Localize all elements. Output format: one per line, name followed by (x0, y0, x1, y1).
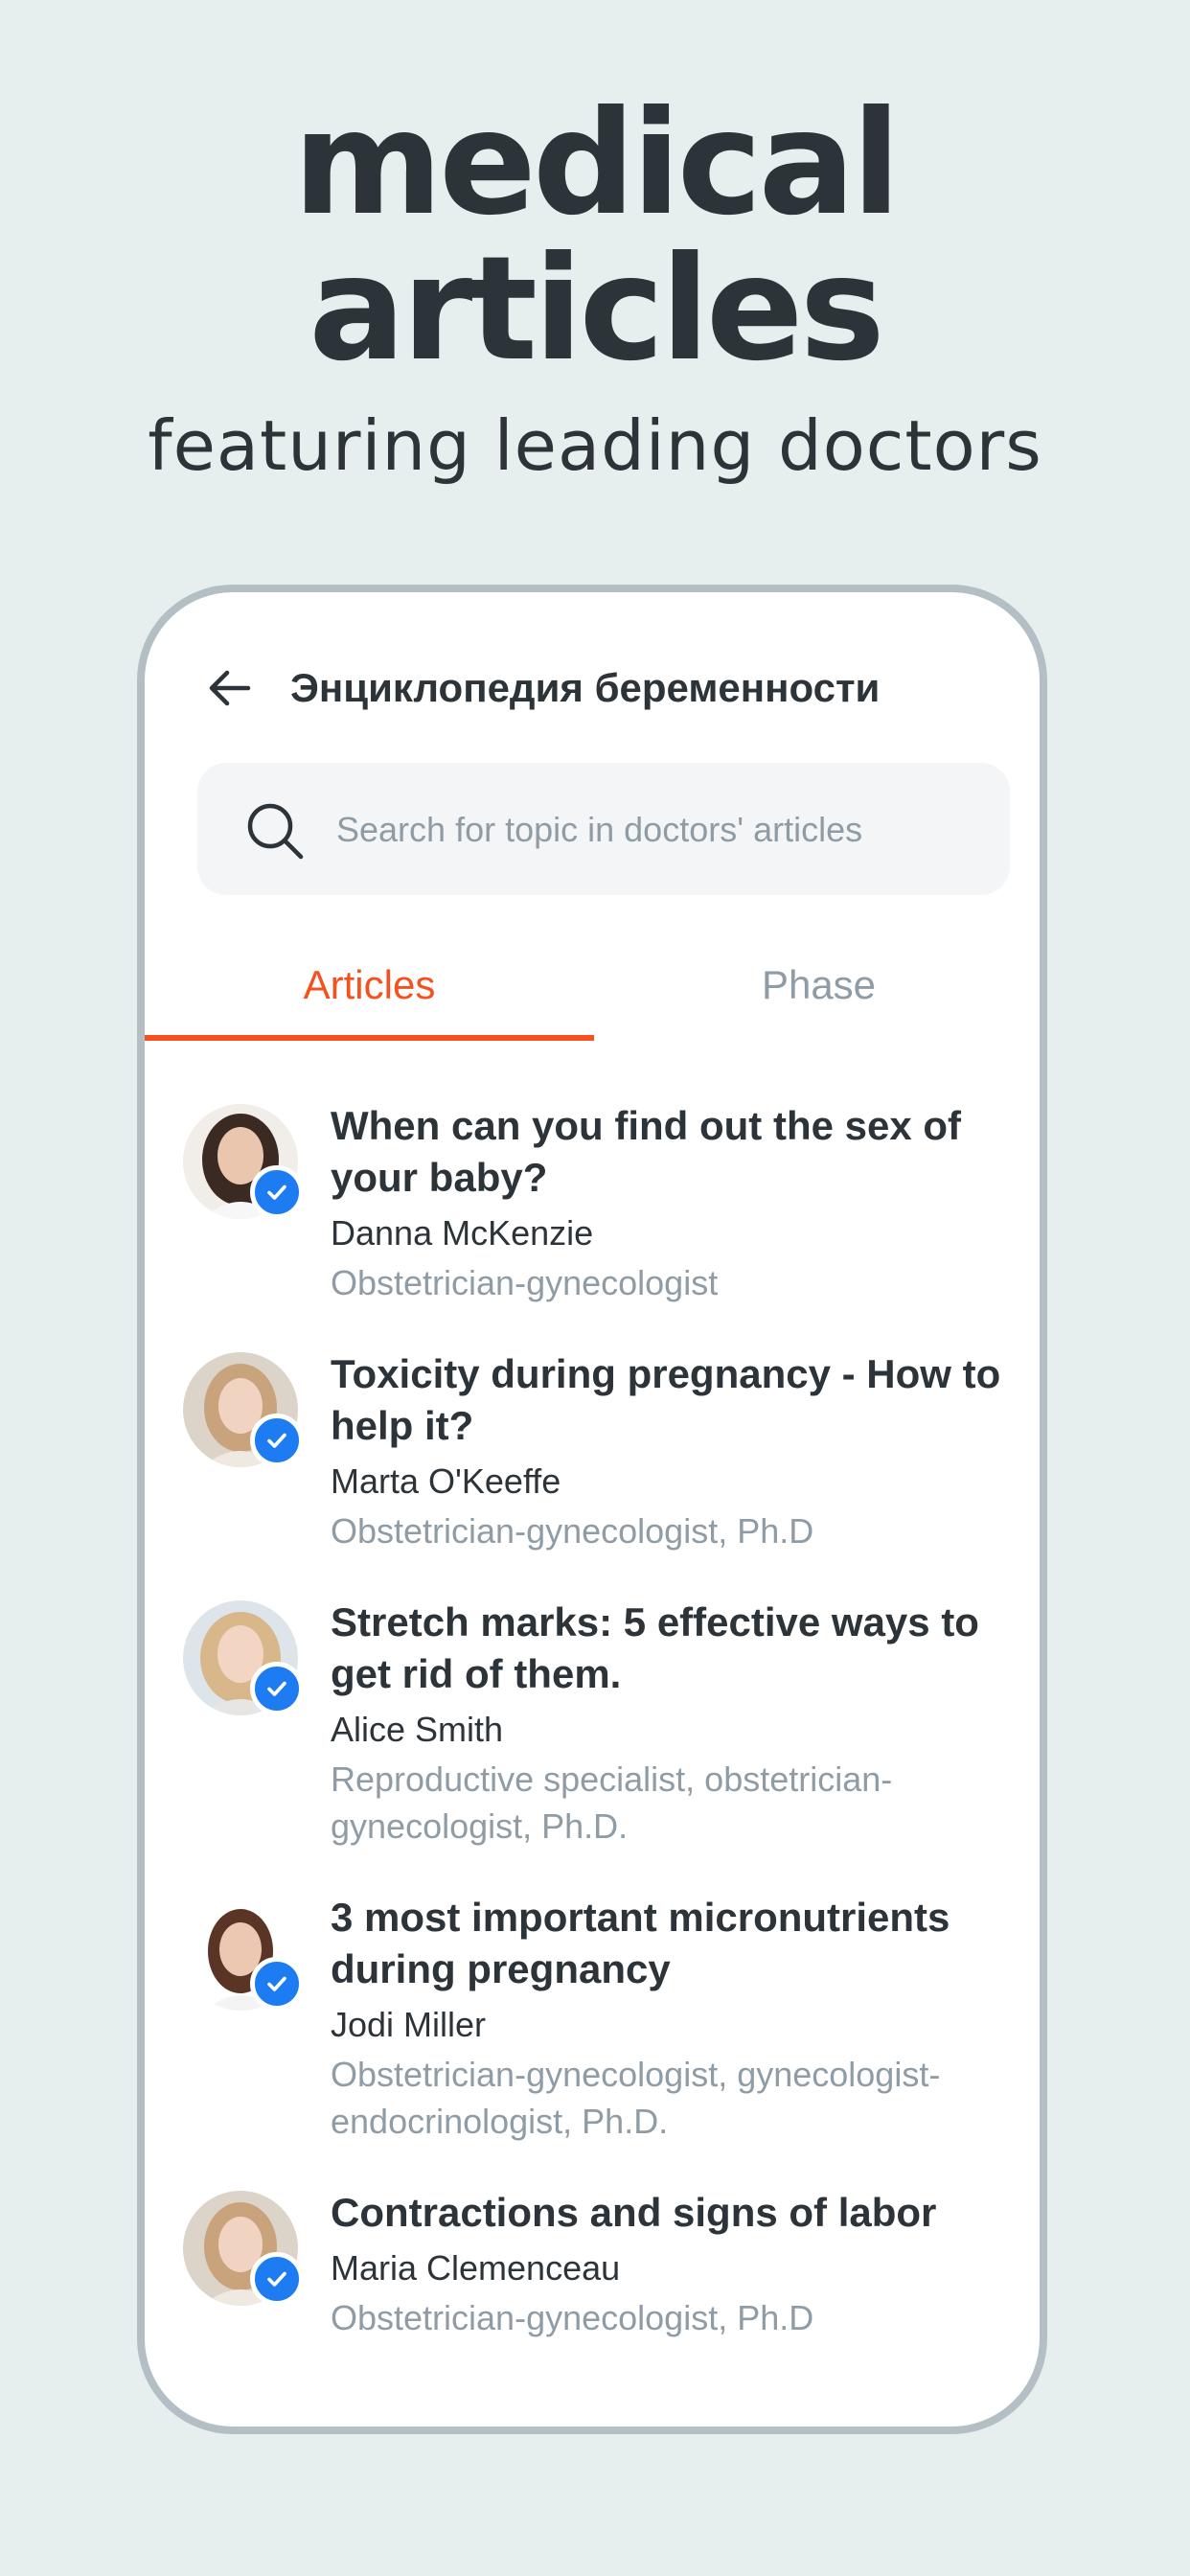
search-icon (247, 803, 304, 860)
article-title: Contractions and signs of labor (331, 2190, 937, 2235)
article-item[interactable]: 3 most important micronutrients during p… (145, 1892, 1040, 2145)
tab-articles[interactable]: Articles (145, 928, 594, 1043)
promo-headline-line1: medical (292, 80, 901, 247)
checkmark-badge-icon (267, 1681, 286, 1696)
promo-headline-line2: articles (309, 226, 885, 393)
article-author: Marta O'Keeffe (331, 1461, 561, 1501)
article-text: Stretch marks: 5 effective ways to get r… (331, 1597, 1020, 1850)
checkmark-badge-icon (267, 1976, 286, 1991)
promo-headline: medical articles (0, 91, 1190, 382)
arrow-left-icon (209, 670, 251, 706)
article-author: Alice Smith (331, 1710, 504, 1749)
article-text: Contractions and signs of labor Maria Cl… (331, 2187, 1020, 2341)
article-author: Danna McKenzie (331, 1213, 594, 1253)
author-role: Obstetrician-gynecologist, gynecologist-… (331, 2055, 941, 2141)
checkmark-badge-icon (267, 2271, 286, 2287)
article-item[interactable]: Toxicity during pregnancy - How to help … (145, 1348, 1040, 1554)
author-role: Reproductive specialist, obstetrician-gy… (331, 1760, 893, 1846)
checkmark-badge-icon (267, 1184, 286, 1200)
phone-frame: Энциклопедия беременности Articles Phase (137, 585, 1047, 2434)
article-title: Toxicity during pregnancy - How to help … (331, 1351, 1001, 1448)
verified-badge (250, 1414, 304, 1467)
verified-badge (250, 2252, 304, 2306)
article-title: Stretch marks: 5 effective ways to get r… (331, 1599, 979, 1696)
author-role: Obstetrician-gynecologist (331, 1263, 719, 1302)
article-item[interactable]: Contractions and signs of labor Maria Cl… (145, 2187, 1040, 2341)
search-bar[interactable] (197, 763, 1010, 897)
tab-bar: Articles Phase (145, 928, 1040, 1046)
author-role: Obstetrician-gynecologist, Ph.D (331, 1511, 814, 1551)
top-bar: Энциклопедия беременности (145, 592, 1040, 784)
active-tab-indicator (145, 1035, 594, 1041)
author-role: Obstetrician-gynecologist, Ph.D (331, 2298, 814, 2337)
verified-badge (250, 1957, 304, 2011)
verified-badge (250, 1165, 304, 1219)
article-item[interactable]: When can you find out the sex of your ba… (145, 1100, 1040, 1306)
page-title: Энциклопедия беременности (290, 665, 881, 710)
article-author: Maria Clemenceau (331, 2248, 621, 2288)
article-text: 3 most important micronutrients during p… (331, 1892, 1020, 2145)
checkmark-badge-icon (267, 1433, 286, 1448)
back-button[interactable] (202, 661, 256, 715)
verified-badge (250, 1662, 304, 1715)
promo-subheadline: featuring leading doctors (148, 405, 1042, 486)
article-title: When can you find out the sex of your ba… (331, 1103, 962, 1200)
article-item[interactable]: Stretch marks: 5 effective ways to get r… (145, 1597, 1040, 1850)
article-list: When can you find out the sex of your ba… (145, 1100, 1040, 2341)
article-text: When can you find out the sex of your ba… (331, 1100, 1020, 1306)
article-title: 3 most important micronutrients during p… (331, 1895, 950, 1991)
article-author: Jodi Miller (331, 2005, 487, 2044)
search-input[interactable] (334, 763, 990, 897)
article-text: Toxicity during pregnancy - How to help … (331, 1348, 1020, 1554)
tab-phase[interactable]: Phase (594, 928, 1040, 1043)
